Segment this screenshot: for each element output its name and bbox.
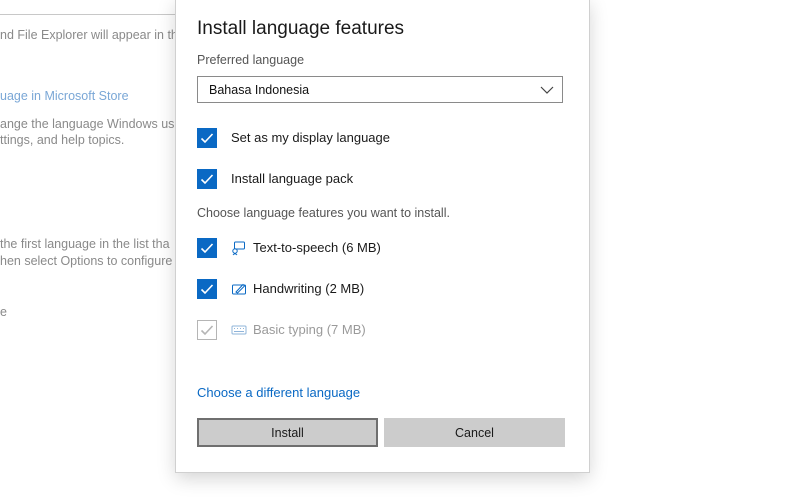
checkmark-icon — [200, 243, 214, 254]
install-language-features-dialog: Install language features Preferred lang… — [176, 0, 589, 472]
checkmark-icon — [200, 325, 214, 336]
text-to-speech-feature[interactable]: Text-to-speech (6 MB) — [197, 238, 497, 260]
text-to-speech-label: Text-to-speech (6 MB) — [253, 240, 381, 255]
handwriting-label: Handwriting (2 MB) — [253, 281, 365, 296]
handwriting-feature[interactable]: Handwriting (2 MB) — [197, 279, 497, 301]
display-language-label: Set as my display language — [231, 130, 390, 145]
dialog-title: Install language features — [197, 18, 405, 39]
checkmark-icon — [200, 284, 214, 295]
preferred-language-label: Preferred language — [197, 53, 305, 67]
background-text: nd File Explorer will appear in th — [0, 28, 178, 42]
basic-typing-feature: Basic typing (7 MB) — [197, 320, 497, 342]
chevron-down-icon — [540, 86, 554, 94]
text-to-speech-checkbox[interactable] — [197, 238, 217, 258]
handwriting-icon — [232, 283, 246, 295]
display-language-option[interactable]: Set as my display language — [197, 128, 497, 150]
install-button[interactable]: Install — [197, 418, 378, 447]
keyboard-icon — [231, 325, 247, 335]
background-text: hen select Options to configure — [0, 254, 173, 268]
language-pack-label: Install language pack — [231, 171, 354, 186]
language-pack-checkbox[interactable] — [197, 169, 217, 189]
text-to-speech-icon — [232, 241, 245, 256]
background-text: e — [0, 305, 7, 319]
features-heading: Choose language features you want to ins… — [197, 206, 450, 220]
display-language-checkbox[interactable] — [197, 128, 217, 148]
language-pack-option[interactable]: Install language pack — [197, 169, 497, 191]
checkmark-icon — [200, 174, 214, 185]
cancel-button[interactable]: Cancel — [384, 418, 565, 447]
background-text: the first language in the list tha — [0, 237, 170, 251]
background-store-link: uage in Microsoft Store — [0, 89, 129, 103]
basic-typing-label: Basic typing (7 MB) — [253, 322, 366, 337]
preferred-language-dropdown[interactable]: Bahasa Indonesia — [197, 76, 563, 103]
selected-language: Bahasa Indonesia — [209, 83, 310, 97]
background-text: ange the language Windows us — [0, 117, 175, 131]
handwriting-checkbox[interactable] — [197, 279, 217, 299]
choose-different-language-link[interactable]: Choose a different language — [197, 385, 360, 400]
checkmark-icon — [200, 133, 214, 144]
background-search-box — [0, 0, 179, 15]
basic-typing-checkbox — [197, 320, 217, 340]
background-text: ttings, and help topics. — [0, 133, 125, 147]
